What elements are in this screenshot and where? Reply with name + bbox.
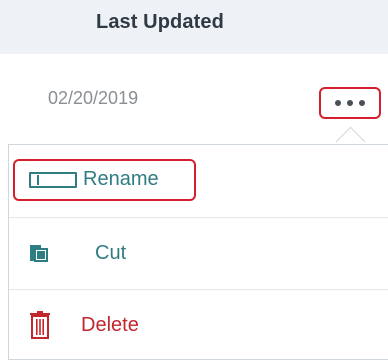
more-actions-button[interactable] xyxy=(319,87,381,119)
more-dot-icon xyxy=(347,100,353,106)
menu-item-delete-label: Delete xyxy=(81,314,139,336)
more-dot-icon xyxy=(335,100,341,106)
menu-item-rename[interactable]: Rename xyxy=(9,145,388,217)
column-header-last-updated: Last Updated xyxy=(96,11,224,33)
trash-icon xyxy=(30,311,50,339)
more-dot-icon xyxy=(359,100,365,106)
menu-item-cut[interactable]: Cut xyxy=(9,217,388,289)
menu-item-delete[interactable]: Delete xyxy=(9,289,388,361)
cut-icon xyxy=(30,245,48,262)
table-header: Last Updated xyxy=(0,0,388,54)
last-updated-date: 02/20/2019 xyxy=(48,88,139,108)
menu-item-cut-label: Cut xyxy=(95,242,127,264)
menu-item-rename-label: Rename xyxy=(83,168,159,190)
rename-icon xyxy=(29,172,77,188)
context-menu: Rename Cut Delete xyxy=(8,144,388,360)
